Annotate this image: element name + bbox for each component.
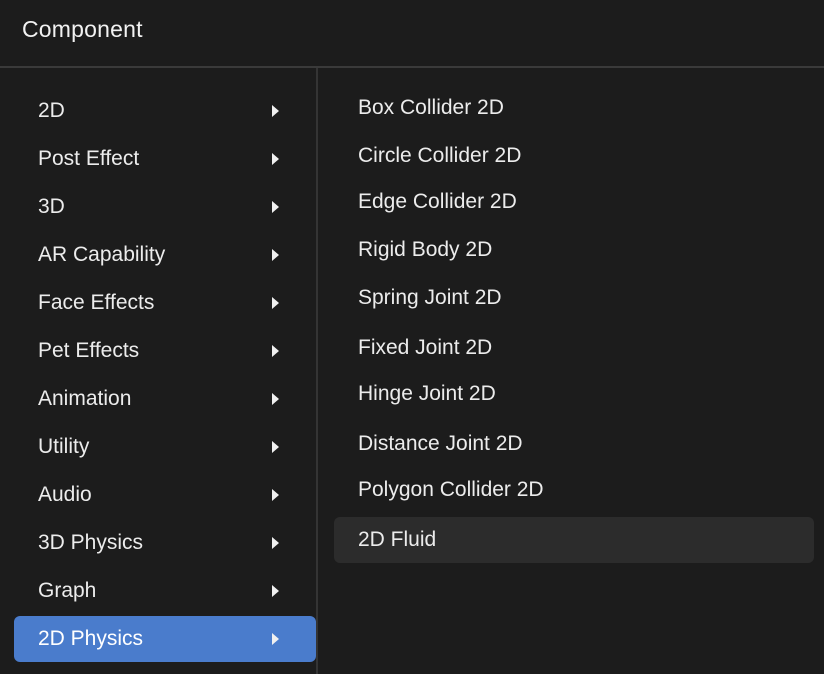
submenu-item-distance-joint-2d[interactable]: Distance Joint 2D [334, 421, 814, 467]
category-item-animation[interactable]: Animation [14, 376, 316, 422]
category-label: 3D Physics [38, 531, 144, 554]
component-panel: Component 2D Post Effect 3D AR Capabilit… [0, 0, 824, 674]
chevron-right-icon [272, 201, 279, 213]
category-label: AR Capability [38, 243, 166, 266]
category-item-pet-effects[interactable]: Pet Effects [14, 328, 316, 374]
category-label: Utility [38, 435, 90, 458]
submenu: Box Collider 2D Circle Collider 2D Edge … [318, 68, 824, 674]
chevron-right-icon [272, 537, 279, 549]
submenu-label: Fixed Joint 2D [358, 336, 493, 359]
submenu-label: Distance Joint 2D [358, 432, 523, 455]
category-item-graph[interactable]: Graph [14, 568, 316, 614]
submenu-label: Edge Collider 2D [358, 190, 517, 213]
category-item-face-effects[interactable]: Face Effects [14, 280, 316, 326]
submenu-label: Rigid Body 2D [358, 238, 493, 261]
category-item-post-effect[interactable]: Post Effect [14, 136, 316, 182]
chevron-right-icon [272, 105, 279, 117]
category-label: 3D [38, 195, 65, 218]
category-label: Graph [38, 579, 97, 602]
category-item-3d[interactable]: 3D [14, 184, 316, 230]
submenu-label: Hinge Joint 2D [358, 382, 496, 405]
submenu-item-edge-collider-2d[interactable]: Edge Collider 2D [334, 179, 814, 225]
submenu-item-2d-fluid[interactable]: 2D Fluid [334, 517, 814, 563]
submenu-item-circle-collider-2d[interactable]: Circle Collider 2D [334, 133, 814, 179]
category-item-audio[interactable]: Audio [14, 472, 316, 518]
category-menu: 2D Post Effect 3D AR Capability Face Eff… [0, 68, 316, 674]
category-item-3d-physics[interactable]: 3D Physics [14, 520, 316, 566]
chevron-right-icon [272, 441, 279, 453]
category-item-ar-capability[interactable]: AR Capability [14, 232, 316, 278]
submenu-label: Box Collider 2D [358, 96, 504, 119]
category-label: 2D [38, 99, 65, 122]
submenu-item-fixed-joint-2d[interactable]: Fixed Joint 2D [334, 325, 814, 371]
category-label: 2D Physics [38, 627, 144, 650]
chevron-right-icon [272, 345, 279, 357]
category-item-utility[interactable]: Utility [14, 424, 316, 470]
chevron-right-icon [272, 633, 279, 645]
submenu-item-polygon-collider-2d[interactable]: Polygon Collider 2D [334, 467, 814, 513]
category-item-2d[interactable]: 2D [14, 88, 316, 134]
chevron-right-icon [272, 489, 279, 501]
chevron-right-icon [272, 153, 279, 165]
panel-title: Component [22, 16, 143, 42]
category-label: Pet Effects [38, 339, 140, 362]
submenu-item-spring-joint-2d[interactable]: Spring Joint 2D [334, 275, 814, 321]
category-label: Face Effects [38, 291, 155, 314]
category-label: Animation [38, 387, 132, 410]
submenu-label: 2D Fluid [358, 528, 437, 551]
panel-header: Component [0, 0, 824, 68]
category-label: Post Effect [38, 147, 140, 170]
category-label: Audio [38, 483, 92, 506]
submenu-label: Spring Joint 2D [358, 286, 502, 309]
submenu-label: Circle Collider 2D [358, 144, 522, 167]
submenu-item-rigid-body-2d[interactable]: Rigid Body 2D [334, 227, 814, 273]
chevron-right-icon [272, 393, 279, 405]
chevron-right-icon [272, 585, 279, 597]
submenu-item-box-collider-2d[interactable]: Box Collider 2D [334, 85, 814, 131]
chevron-right-icon [272, 297, 279, 309]
submenu-label: Polygon Collider 2D [358, 478, 544, 501]
category-item-2d-physics[interactable]: 2D Physics [14, 616, 316, 662]
chevron-right-icon [272, 249, 279, 261]
submenu-item-hinge-joint-2d[interactable]: Hinge Joint 2D [334, 371, 814, 417]
